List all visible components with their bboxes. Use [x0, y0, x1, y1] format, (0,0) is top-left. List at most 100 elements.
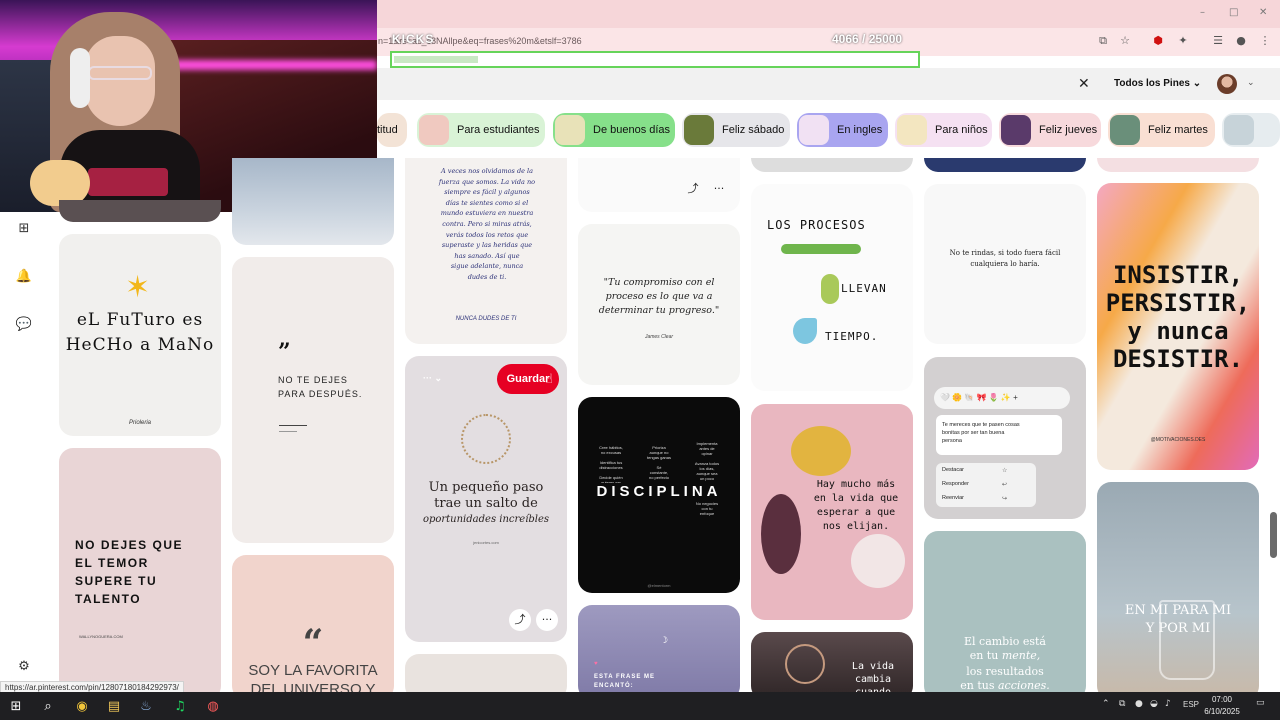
install-app-icon[interactable]: ⧉	[1096, 34, 1110, 48]
pin-clouds[interactable]	[232, 158, 394, 245]
spotify-icon[interactable]: ♫	[169, 696, 191, 718]
pin-handwritten-sign: NUNCA DUDES DE TI	[455, 316, 517, 322]
pin-disciplina[interactable]: Cree hábitos, no excusas Identifica tus …	[578, 397, 740, 593]
share-icon[interactable]: ⤴	[509, 609, 531, 631]
pin-favorita[interactable]: “ SOY LA FAVORITA DEL UNIVERSO Y	[232, 555, 394, 700]
chip-label: En ingles	[837, 124, 883, 136]
pin-procesos[interactable]: LOS PROCESOS LLEVAN TIEMPO.	[751, 184, 913, 391]
close-search-icon[interactable]: ✕	[1078, 76, 1090, 92]
pin-mucho-mas-text: Hay mucho más en la vida que esperar a q…	[813, 479, 899, 532]
maximize-icon[interactable]: □	[1229, 7, 1238, 18]
account-chevron-icon[interactable]: ⌄	[1247, 78, 1255, 88]
tray-mic-icon[interactable]: ●	[1135, 699, 1143, 709]
notifications-icon[interactable]: 🔔	[15, 268, 33, 286]
pin-temor-credit: WALLYNOGUERA.COM	[79, 634, 123, 639]
board-dropdown[interactable]: ··· ⌄	[423, 373, 442, 384]
pin-favorita-quote: “	[302, 622, 324, 664]
overlay-count: 4066 / 25000	[832, 32, 902, 46]
pin-no-rindas-text: No te rindas, si todo fuera fácil cualqu…	[949, 249, 1061, 268]
pin-futuro[interactable]: ✶ eL FuTuro es HeCHo a MaNo Prioleria	[59, 234, 221, 436]
more-options-icon[interactable]: ···	[708, 178, 730, 200]
tray-wifi-icon[interactable]: ◒	[1150, 699, 1158, 709]
pin-handwritten[interactable]: A veces nos olvidamos de la fuerza que s…	[405, 158, 567, 344]
pin-top-col5[interactable]	[751, 158, 913, 172]
pin-chat[interactable]: 🤍 🌼 🐚 🎀 🌷 ✨ + Te mereces que te pasen co…	[924, 357, 1086, 519]
chip-titud[interactable]: titud	[377, 113, 407, 147]
pin-insistir[interactable]: INSISTIR, PERSISTIR, y nunca DESISTIR. @…	[1097, 183, 1259, 470]
tray-time[interactable]: 07:00	[1202, 695, 1242, 704]
pin-pequeno-text: Un pequeño paso trae un salto de	[428, 480, 544, 511]
caterpillar-icon	[781, 244, 861, 254]
share-icon[interactable]: ⤴	[682, 178, 704, 200]
pin-no-dejes[interactable]: ” NO TE DEJES PARA DESPUÉS.	[232, 257, 394, 543]
chip-para-niños[interactable]: Para niños	[895, 113, 992, 147]
chip-de-buenos-días[interactable]: De buenos días	[553, 113, 675, 147]
pin-temor-text: NO DEJES QUE EL TEMOR SUPERE TU TALENTO	[75, 538, 184, 606]
chip-thumbnail	[555, 115, 585, 145]
more-options-icon[interactable]: ···	[536, 609, 558, 631]
pin-top-col4[interactable]: ⤴ ···	[578, 158, 740, 212]
pin-futuro-credit: Prioleria	[128, 420, 151, 426]
steam-icon[interactable]: ♨	[135, 696, 157, 718]
tray-date[interactable]: 6/10/2025	[1202, 707, 1242, 716]
tray-language[interactable]: ESP	[1183, 700, 1199, 709]
pin-compromiso[interactable]: "Tu compromiso con el proceso es lo que …	[578, 224, 740, 385]
glass-image	[1159, 600, 1215, 680]
chip-en-ingles[interactable]: En ingles	[797, 113, 888, 147]
messages-icon[interactable]: 💬	[15, 316, 33, 334]
chip-feliz-sábado[interactable]: Feliz sábado	[682, 113, 790, 147]
pin-cambio[interactable]: El cambio está en tu mente, los resultad…	[924, 531, 1086, 700]
pin-no-rindas[interactable]: No te rindas, si todo fuera fácil cualqu…	[924, 184, 1086, 344]
screen: – □ ✕ n=1&rs=ac_c8NAllpe&eq=frases%20m&e…	[0, 0, 1280, 720]
chip-thumbnail	[419, 115, 449, 145]
chip-thumbnail	[1110, 115, 1140, 145]
obs-icon[interactable]: ◍	[202, 696, 224, 718]
file-explorer-icon[interactable]: ▤	[103, 696, 125, 718]
chip-feliz-jueves[interactable]: Feliz jueves	[999, 113, 1101, 147]
minimize-icon[interactable]: –	[1200, 7, 1205, 18]
pin-pequeno-credit: jenicortes.com	[473, 540, 499, 545]
flower-icon	[761, 494, 801, 574]
tray-chevron-icon[interactable]: ⌃	[1102, 699, 1110, 709]
pin-filter-dropdown[interactable]: Todos los Pines ⌄	[1114, 78, 1201, 89]
pin-mucho-mas[interactable]: Hay mucho más en la vida que esperar a q…	[751, 404, 913, 620]
pin-para-mi[interactable]: EN MI PARA MI Y POR MI	[1097, 482, 1259, 700]
pin-la-vida[interactable]: La vida cambia cuando	[751, 632, 913, 700]
adblock-icon[interactable]: ⬢	[1151, 34, 1165, 48]
pin-chat-message: Te mereces que te pasen cosas bonitas po…	[942, 422, 1020, 444]
settings-icon[interactable]: ⚙	[15, 658, 33, 676]
pin-pequeno-paso[interactable]: Un pequeño paso trae un salto de oportun…	[405, 356, 567, 642]
tray-volume-icon[interactable]: ♪	[1165, 699, 1171, 709]
chip-feliz-martes[interactable]: Feliz martes	[1108, 113, 1215, 147]
search-icon[interactable]: ⌕	[37, 696, 59, 718]
notification-center-icon[interactable]: ▭	[1256, 698, 1265, 708]
pin-temor[interactable]: NO DEJES QUE EL TEMOR SUPERE TU TALENTO …	[59, 448, 221, 700]
start-icon[interactable]: ⊞	[5, 696, 27, 718]
create-icon[interactable]: ⊞	[15, 220, 33, 238]
extensions-icon[interactable]: ✦	[1176, 34, 1190, 48]
chip-thumbnail	[684, 115, 714, 145]
divider	[279, 425, 307, 426]
flower-icon	[791, 426, 851, 476]
chip-more[interactable]	[1222, 113, 1280, 147]
tray-network-icon[interactable]: ⧉	[1119, 699, 1125, 709]
chip-para-estudiantes[interactable]: Para estudiantes	[417, 113, 545, 147]
pin-chat-menu-1: Destacar	[942, 467, 965, 473]
pin-top-col7[interactable]	[1097, 158, 1259, 172]
bookmark-star-icon[interactable]: ☆	[1118, 34, 1132, 48]
close-window-icon[interactable]: ✕	[1259, 7, 1267, 18]
pin-chat-menu-2: Responder	[942, 481, 969, 487]
pin-disciplina-title: DISCIPLINA	[578, 483, 740, 500]
pin-top-partial[interactable]	[59, 200, 221, 222]
profile-icon[interactable]: ●	[1234, 34, 1248, 48]
browser-menu-icon[interactable]: ⋮	[1258, 34, 1272, 48]
tab-list-icon[interactable]: ☰	[1211, 34, 1225, 48]
pin-disciplina-left: Cree hábitos, no excusas Identifica tus …	[599, 445, 623, 485]
pin-top-col6[interactable]	[924, 158, 1086, 172]
scrollbar[interactable]	[1270, 512, 1277, 558]
cocoon-icon	[821, 274, 839, 304]
avatar[interactable]	[1217, 74, 1237, 94]
pin-procesos-text3: TIEMPO.	[825, 330, 879, 343]
chrome-icon[interactable]: ◉	[71, 696, 93, 718]
pin-esta-frase[interactable]: ☽ ♥ ESTA FRASE ME ENCANTÓ:	[578, 605, 740, 700]
